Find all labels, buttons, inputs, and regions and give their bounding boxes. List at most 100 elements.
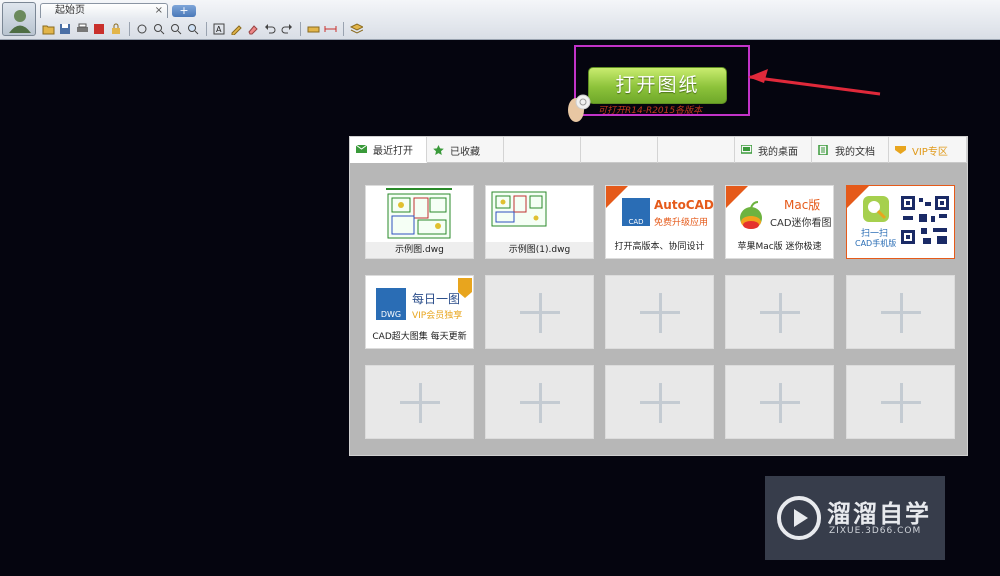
plus-icon [539, 293, 542, 333]
lock-icon[interactable] [108, 21, 124, 37]
pan-icon[interactable] [134, 21, 150, 37]
tab-title: 起始页 [55, 5, 85, 16]
play-logo-icon [777, 496, 821, 540]
tab-close-button[interactable]: × [155, 4, 163, 18]
file-name: 示例图(1).dwg [486, 242, 593, 258]
drawing-thumbnail [366, 186, 473, 242]
promo-title: 每日一图 [412, 292, 461, 306]
vip-badge-icon [458, 278, 472, 298]
undo-icon[interactable] [262, 21, 278, 37]
open-drawing-button[interactable]: 打开图纸 [588, 67, 727, 104]
floorplan-icon [491, 191, 547, 227]
star-icon [433, 145, 444, 155]
tab-label: VIP专区 [912, 146, 948, 158]
tab-blank [658, 137, 735, 163]
file-panel: 最近打开 已收藏 我的桌面 我的文档 VIP专区 示例图.dwg 示例图(1).… [349, 136, 968, 456]
cad-app-icon: CAD [622, 198, 650, 226]
redo-icon[interactable] [279, 21, 295, 37]
floorplan-icon [386, 188, 452, 239]
dwg-app-icon: DWG [376, 288, 406, 320]
desktop-icon [741, 145, 752, 154]
plus-icon [900, 293, 903, 333]
watermark-title: 溜溜自学 [827, 500, 931, 528]
plus-icon [419, 383, 422, 423]
empty-slot[interactable] [725, 275, 834, 349]
pencil-icon[interactable] [228, 21, 244, 37]
toolbar-divider [300, 22, 301, 36]
empty-slot[interactable] [725, 365, 834, 439]
tab-label: 已收藏 [450, 146, 480, 158]
promo-mobile[interactable]: 扫一扫 CAD手机版 [846, 185, 955, 259]
mail-icon [356, 144, 367, 153]
panel-tabs: 最近打开 已收藏 我的桌面 我的文档 VIP专区 [350, 137, 967, 163]
mascot-icon [568, 94, 591, 122]
search-zoom-icon [863, 196, 889, 222]
zoom-out-icon[interactable] [168, 21, 184, 37]
promo-autocad[interactable]: CAD AutoCAD 免费升级应用 打开高版本、协同设计 [605, 185, 714, 259]
text-icon[interactable]: A [211, 21, 227, 37]
tab-label: 我的文档 [835, 146, 875, 158]
print-icon[interactable] [74, 21, 90, 37]
promo-subtitle: VIP会员独享 [412, 311, 463, 321]
empty-slot[interactable] [605, 275, 714, 349]
tab-vip[interactable]: VIP专区 [889, 137, 967, 163]
apple-icon [740, 201, 762, 229]
arrow-icon [748, 69, 881, 96]
promo-caption: CAD超大图集 每天更新 [366, 326, 473, 348]
zoom-window-icon[interactable] [185, 21, 201, 37]
promo-caption: 苹果Mac版 迷你极速 [726, 236, 833, 258]
promo-line: CAD手机版 [855, 239, 897, 248]
new-tab-button[interactable]: + [172, 5, 196, 17]
plus-icon [539, 383, 542, 423]
plus-icon [659, 293, 662, 333]
tab-desktop[interactable]: 我的桌面 [735, 137, 812, 163]
tab-recent[interactable]: 最近打开 [350, 137, 427, 163]
file-name: 示例图.dwg [366, 242, 473, 258]
user-icon [9, 10, 31, 33]
save-icon[interactable] [57, 21, 73, 37]
vip-icon [895, 146, 906, 154]
promo-subtitle: 免费升级应用 [654, 218, 709, 228]
empty-slot[interactable] [605, 365, 714, 439]
eraser-icon[interactable] [245, 21, 261, 37]
measure-icon[interactable] [305, 21, 321, 37]
empty-slot[interactable] [846, 365, 955, 439]
user-avatar[interactable] [2, 2, 36, 36]
watermark-url: ZIXUE.3D66.COM [829, 526, 922, 536]
layers-icon[interactable] [348, 21, 364, 37]
toolbar-divider [129, 22, 130, 36]
pdf-icon[interactable] [91, 21, 107, 37]
watermark: 溜溜自学 ZIXUE.3D66.COM [765, 476, 945, 560]
plus-icon [779, 383, 782, 423]
open-folder-icon[interactable] [40, 21, 56, 37]
promo-title: Mac版 [784, 198, 821, 212]
recent-file[interactable]: 示例图(1).dwg [485, 185, 594, 259]
title-bar: 起始页 × + A [0, 0, 1000, 40]
promo-mac[interactable]: Mac版 CAD迷你看图 苹果Mac版 迷你极速 [725, 185, 834, 259]
empty-slot[interactable] [485, 365, 594, 439]
plus-icon [779, 293, 782, 333]
tab-label: 最近打开 [373, 145, 413, 157]
tab-documents[interactable]: 我的文档 [812, 137, 889, 163]
tab-blank [504, 137, 581, 163]
tab-start-page[interactable]: 起始页 × [40, 3, 168, 18]
toolbar-divider [206, 22, 207, 36]
empty-slot[interactable] [485, 275, 594, 349]
document-icon [818, 145, 828, 155]
qr-code-icon [899, 194, 951, 246]
recent-file[interactable]: 示例图.dwg [365, 185, 474, 259]
dimension-icon[interactable] [322, 21, 338, 37]
empty-slot[interactable] [365, 365, 474, 439]
promo-daily[interactable]: DWG 每日一图 VIP会员独享 CAD超大图集 每天更新 [365, 275, 474, 349]
svg-text:A: A [216, 25, 222, 34]
tab-favorites[interactable]: 已收藏 [427, 137, 504, 163]
zoom-in-icon[interactable] [151, 21, 167, 37]
version-note: 可打开R14-R2015各版本 [598, 106, 703, 116]
empty-slot[interactable] [846, 275, 955, 349]
drawing-thumbnail [486, 186, 593, 242]
plus-icon [900, 383, 903, 423]
toolbar-divider [343, 22, 344, 36]
toolbar: A [40, 21, 365, 37]
promo-subtitle: CAD迷你看图 [770, 218, 832, 229]
promo-caption: 打开高版本、协同设计 [606, 236, 713, 258]
